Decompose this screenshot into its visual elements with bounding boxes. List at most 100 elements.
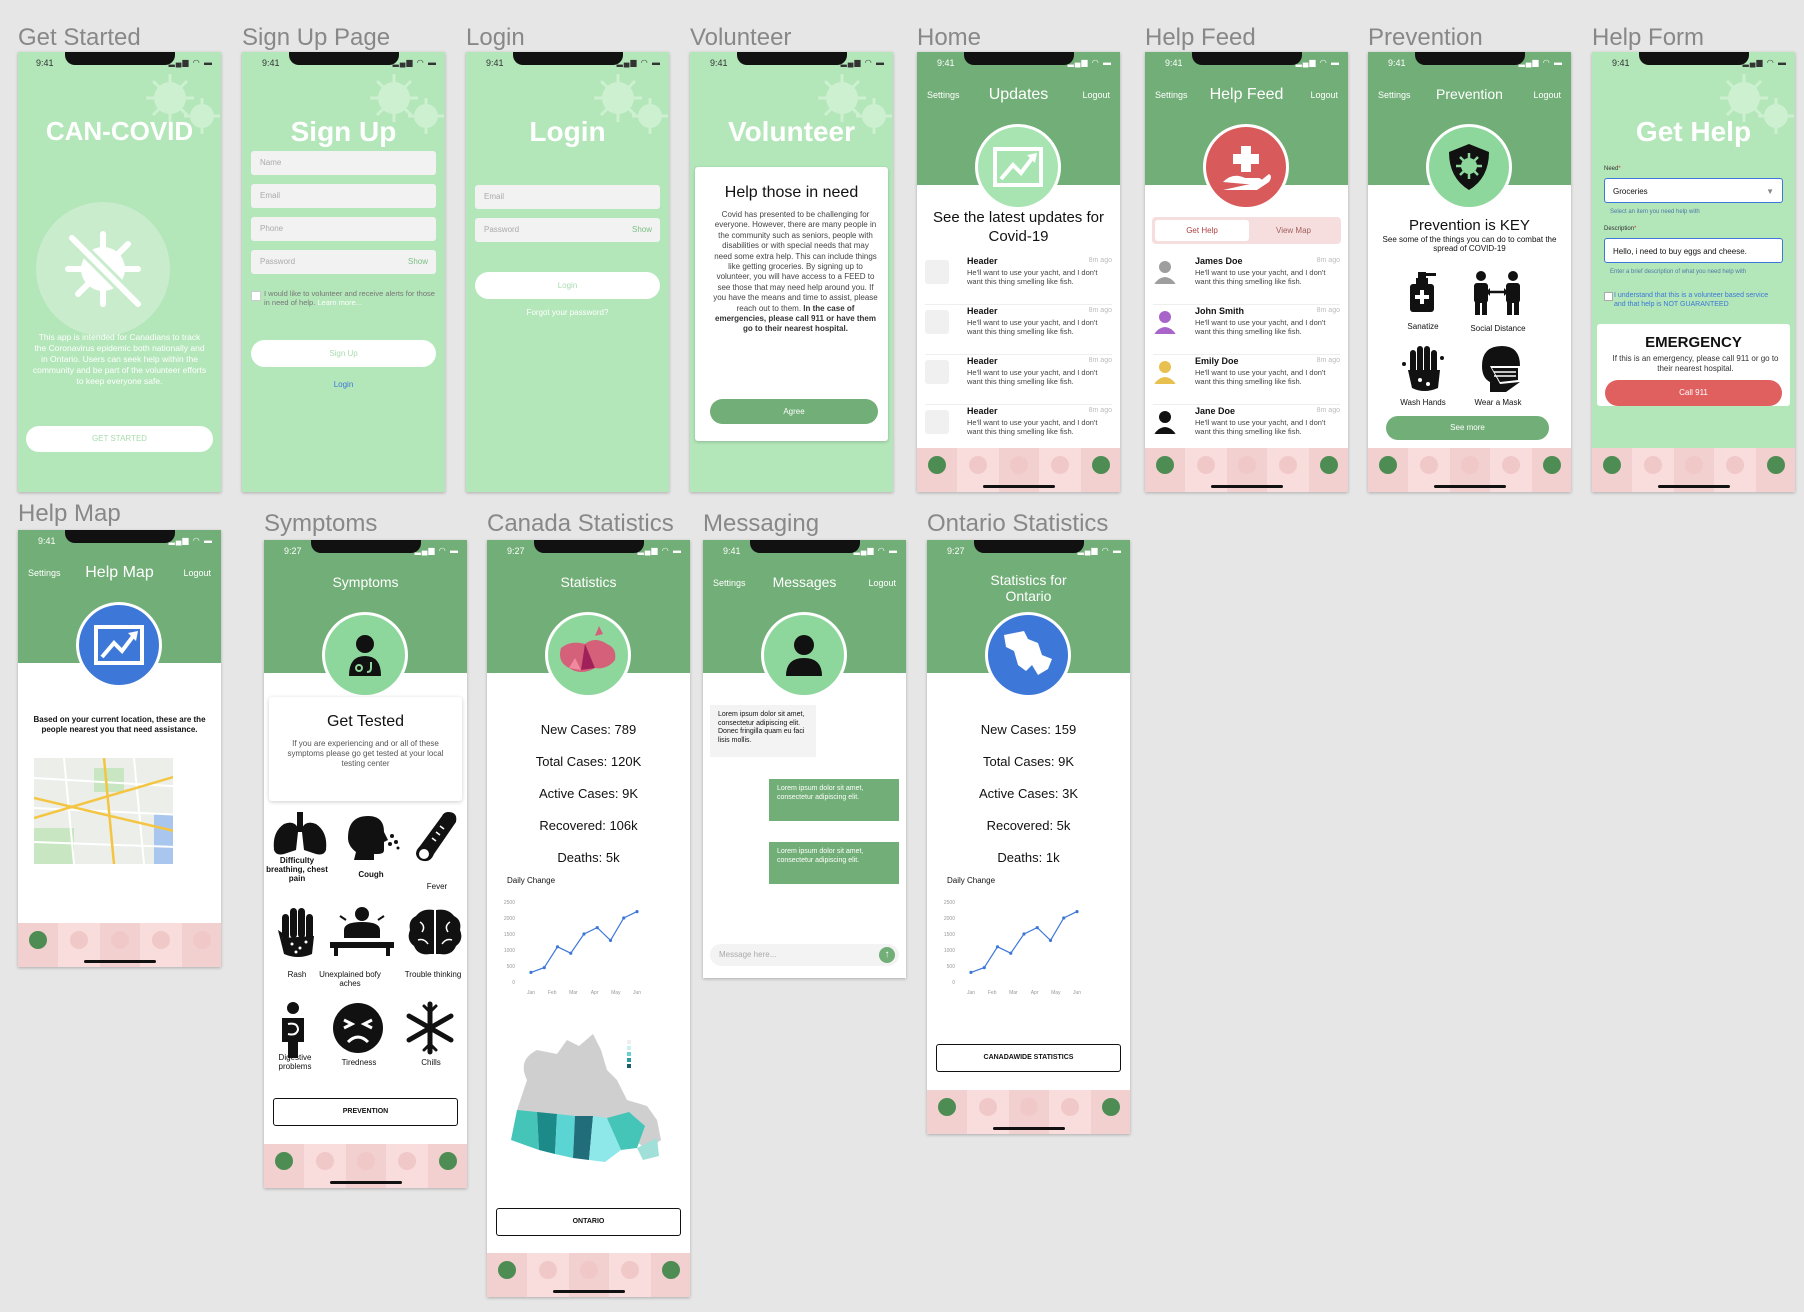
tab-bar	[1145, 448, 1348, 492]
tab-bar	[917, 448, 1120, 492]
screen-symptoms: 9:27 ▂▄▆ ◠ ▬ Symptoms Get Tested If you …	[264, 540, 467, 1188]
notch	[736, 52, 847, 65]
prevention-button[interactable]: PREVENTION	[273, 1098, 458, 1126]
location-map[interactable]	[34, 758, 173, 864]
logout-link[interactable]: Logout	[868, 578, 896, 588]
consent-text: I would like to volunteer and receive al…	[264, 289, 436, 307]
item-header: Header	[967, 256, 998, 266]
sign-up-button[interactable]: Sign Up	[251, 340, 436, 367]
canadawide-statistics-button[interactable]: CANADAWIDE STATISTICS	[936, 1044, 1121, 1072]
tab-5[interactable]	[1091, 1090, 1130, 1134]
status-icons: ▂▄▆ ◠ ▬	[1518, 58, 1563, 67]
emergency-body: If this is an emergency, please call 911…	[1612, 354, 1779, 373]
data-point	[1035, 926, 1039, 930]
tab-5[interactable]	[1532, 448, 1571, 492]
login-button[interactable]: Login	[475, 272, 660, 299]
segmented-control: Get Help View Map	[1152, 217, 1341, 244]
show-password-toggle[interactable]: Show	[632, 218, 652, 242]
page-title: Statistics for Ontario	[990, 572, 1067, 604]
logout-link[interactable]: Logout	[1310, 90, 1338, 100]
tab-get-help[interactable]: Get Help	[1155, 220, 1249, 241]
status-time: 9:27	[947, 546, 965, 556]
tab-1[interactable]	[1592, 448, 1632, 492]
ontario-button[interactable]: ONTARIO	[496, 1208, 681, 1236]
notch	[64, 52, 175, 65]
name-field[interactable]: Name	[251, 151, 436, 175]
phone-field[interactable]: Phone	[251, 217, 436, 241]
page-title: Statistics	[560, 574, 617, 590]
forgot-password-link[interactable]: Forgot your password?	[466, 308, 669, 317]
body-aches-icon	[330, 907, 394, 956]
tab-1[interactable]	[917, 448, 957, 492]
tab-bar	[264, 1144, 467, 1188]
list-item[interactable]: Header 8m ago He'll want to use your yacht…	[925, 404, 1112, 454]
list-item[interactable]: Emily Doe 8m ago He'll want to use your ya…	[1153, 354, 1340, 405]
status-icons: ▂▄▆ ◠ ▬	[168, 536, 213, 545]
need-select[interactable]: Groceries ▼	[1604, 178, 1783, 203]
timestamp: 8m ago	[1316, 357, 1340, 364]
logout-link[interactable]: Logout	[183, 568, 211, 578]
email-field[interactable]: Email	[475, 185, 660, 209]
learn-more-link[interactable]: Learn more...	[317, 298, 362, 307]
get-started-button[interactable]: GET STARTED	[26, 426, 213, 452]
item-body: He'll want to use your yacht, and I don'…	[1195, 318, 1326, 336]
agree-button[interactable]: Agree	[710, 399, 878, 424]
password-field[interactable]: Password Show	[251, 250, 436, 274]
page-title: Get Help	[1635, 116, 1752, 147]
canada-map-icon	[545, 612, 631, 698]
tab-view-map[interactable]: View Map	[1249, 220, 1338, 241]
email-field[interactable]: Email	[251, 184, 436, 208]
tab-1[interactable]	[1368, 448, 1408, 492]
list-item[interactable]: Header 8m ago He'll want to use your yacht…	[925, 254, 1112, 305]
list-item[interactable]: John Smith 8m ago He'll want to use your y…	[1153, 304, 1340, 355]
tab-5[interactable]	[1756, 448, 1795, 492]
list-item[interactable]: Jane Doe 8m ago He'll want to use your yac…	[1153, 404, 1340, 454]
status-time: 9:41	[1165, 58, 1183, 68]
tab-1[interactable]	[927, 1090, 967, 1134]
call-911-button[interactable]: Call 911	[1605, 380, 1782, 406]
data-point	[1009, 951, 1013, 955]
face-mask-icon	[1482, 346, 1520, 392]
password-field[interactable]: Password Show	[475, 218, 660, 242]
login-link[interactable]: Login	[242, 380, 445, 389]
tab-1[interactable]	[487, 1253, 527, 1297]
y-tick-label: 1000	[944, 948, 955, 954]
logout-link[interactable]: Logout	[1082, 90, 1110, 100]
status-time: 9:41	[38, 536, 56, 546]
page-title: Symptoms	[332, 574, 399, 590]
list-item[interactable]: Header 8m ago He'll want to use your yacht…	[925, 304, 1112, 355]
description-input[interactable]: Hello, i need to buy eggs and cheese.	[1604, 238, 1783, 263]
tab-1[interactable]	[1145, 448, 1185, 492]
social-distance-icon	[1474, 271, 1520, 315]
tab-5[interactable]	[651, 1253, 690, 1297]
snowflake-icon	[406, 1001, 454, 1055]
tab-5[interactable]	[182, 923, 221, 967]
logout-link[interactable]: Logout	[1533, 90, 1561, 100]
list-item[interactable]: Header 8m ago He'll want to use your yacht…	[925, 354, 1112, 405]
tab-5[interactable]	[1081, 448, 1120, 492]
x-tick-label: Mar	[1009, 990, 1018, 996]
prevention-label: Wear a Mask	[1474, 398, 1522, 407]
y-tick-label: 2500	[944, 900, 955, 906]
show-password-toggle[interactable]: Show	[408, 250, 428, 274]
screen-sign-up: 9:41 ▂▄▆ ◠ ▬ Sign Up Name Email Phone Pa…	[242, 52, 445, 492]
new-cases: New Cases: 789	[540, 722, 637, 737]
screen-messaging: 9:41 ▂▄▆ ◠ ▬ Settings Messages Logout Lo…	[703, 540, 906, 978]
tab-1[interactable]	[264, 1144, 304, 1188]
item-header: Emily Doe	[1195, 356, 1239, 366]
send-arrow-icon[interactable]: ↑	[879, 947, 895, 963]
tab-1[interactable]	[18, 923, 58, 967]
list-item[interactable]: James Doe 8m ago He'll want to use your ya…	[1153, 254, 1340, 305]
message-input[interactable]: Message here... ↑	[710, 944, 899, 966]
page-title: Login	[529, 116, 606, 147]
tab-5[interactable]	[428, 1144, 467, 1188]
see-more-button[interactable]: See more	[1386, 416, 1549, 440]
no-virus-icon	[65, 231, 143, 309]
series-line	[530, 911, 638, 973]
guarantee-checkbox[interactable]	[1604, 292, 1613, 301]
tab-5[interactable]	[1309, 448, 1348, 492]
volunteer-checkbox[interactable]	[251, 291, 261, 301]
item-body: He'll want to use your yacht, and I don'…	[967, 368, 1098, 386]
notch	[288, 52, 399, 65]
y-tick-label: 2500	[504, 900, 515, 906]
